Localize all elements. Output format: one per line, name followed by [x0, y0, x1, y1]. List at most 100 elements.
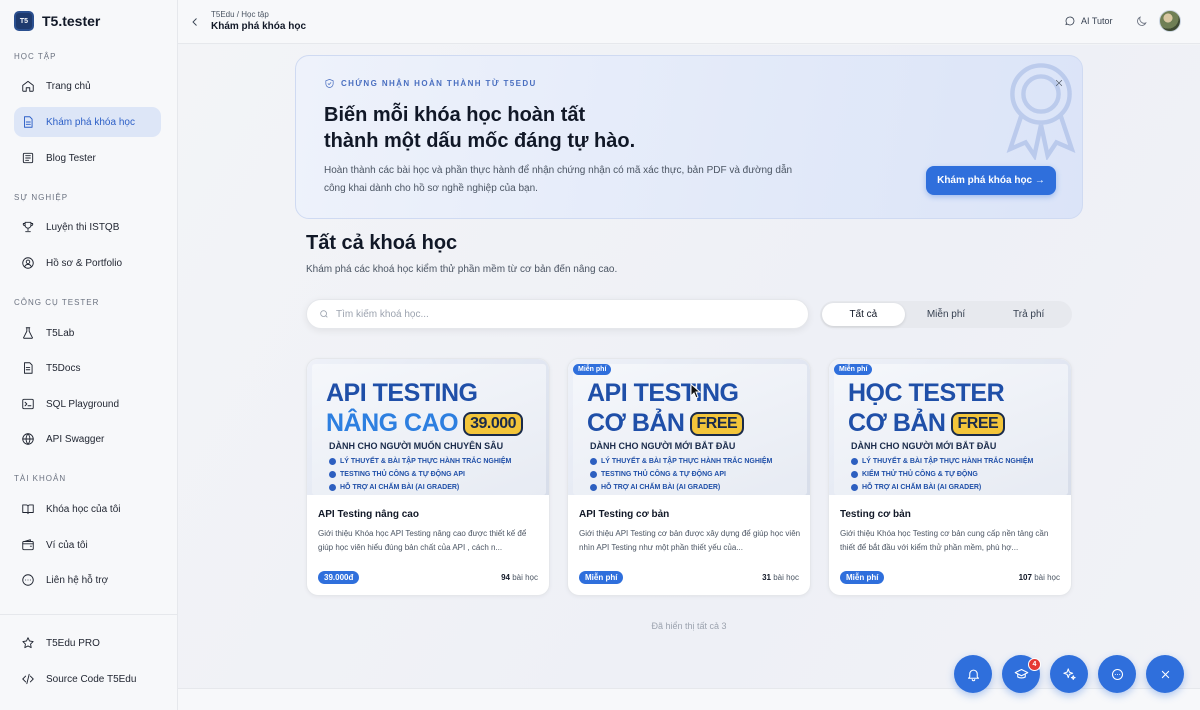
- breadcrumb[interactable]: T5Edu / Học tập: [211, 10, 269, 19]
- course-card[interactable]: API TESTING NÂNG CAO 39.000 DÀNH CHO NGƯ…: [306, 358, 550, 596]
- theme-toggle[interactable]: [1135, 15, 1149, 29]
- sidebar-item-kham-pha-khoa-hoc[interactable]: Khám phá khóa học: [14, 107, 161, 137]
- courses-fab[interactable]: 4: [1002, 655, 1041, 693]
- thumb-title-line1: HỌC TESTER: [848, 379, 1005, 407]
- brand[interactable]: T5 T5.tester: [14, 11, 100, 31]
- course-lessons-count: 31 bài học: [762, 573, 799, 582]
- search-input[interactable]: [336, 308, 776, 320]
- sidebar-item-label: Trang chủ: [46, 80, 91, 92]
- sidebar-item-sql-playground[interactable]: SQL Playground: [14, 389, 161, 419]
- thumb-bullet-text: HỖ TRỢ AI CHẤM BÀI (AI GRADER): [601, 484, 721, 491]
- course-thumbnail: API TESTING CƠ BẢN FREE DÀNH CHO NGƯỜI M…: [568, 359, 810, 495]
- code-icon: [20, 671, 36, 687]
- notifications-fab[interactable]: [954, 655, 992, 693]
- sidebar-item-label: Khám phá khóa học: [46, 116, 135, 128]
- explore-courses-button[interactable]: Khám phá khóa học →: [926, 166, 1056, 195]
- lessons-label: bài học: [1034, 573, 1060, 582]
- sidebar-item-ho-so-portfolio[interactable]: Hồ sơ & Portfolio: [14, 248, 161, 278]
- sidebar-item-t5docs[interactable]: T5Docs: [14, 353, 161, 383]
- thumb-title-line1: API TESTING: [587, 379, 739, 407]
- section-label-tai-khoan: Tài khoản: [14, 474, 67, 483]
- thumb-title-line2-text: NÂNG CAO: [326, 409, 459, 437]
- flask-icon: [20, 325, 36, 341]
- lessons-label: bài học: [512, 573, 538, 582]
- filter-tab-free[interactable]: Miễn phí: [905, 303, 988, 326]
- course-title: API Testing nâng cao: [318, 509, 419, 520]
- award-icon: [986, 56, 1082, 162]
- sidebar-item-t5edu-pro[interactable]: T5Edu PRO: [14, 628, 161, 658]
- section-label-su-nghiep: Sự nghiệp: [14, 193, 69, 202]
- sidebar-item-label: Liên hệ hỗ trợ: [46, 574, 109, 586]
- sidebar-item-lien-he-ho-tro[interactable]: Liên hệ hỗ trợ: [14, 565, 161, 595]
- thumb-bullet: TESTING THỦ CÔNG & TỰ ĐỘNG API: [329, 471, 465, 478]
- courses-fab-badge: 4: [1028, 658, 1041, 671]
- avatar[interactable]: [1159, 10, 1181, 32]
- chat-bubble-icon: [1065, 16, 1075, 26]
- course-price-badge: Miễn phí: [840, 571, 885, 584]
- back-button[interactable]: [186, 13, 204, 31]
- sidebar-divider: [0, 614, 178, 615]
- thumb-bullet-text: TESTING THỦ CÔNG & TỰ ĐỘNG API: [601, 471, 726, 478]
- lessons-number: 94: [501, 573, 510, 582]
- course-price-badge: Miễn phí: [579, 571, 624, 584]
- close-fab[interactable]: [1146, 655, 1184, 693]
- sidebar-item-label: T5Edu PRO: [46, 637, 100, 649]
- thumb-title-line2: CƠ BẢN FREE: [848, 409, 1006, 438]
- close-icon: [1161, 670, 1169, 678]
- course-search[interactable]: [306, 299, 809, 329]
- sidebar-item-t5lab[interactable]: T5Lab: [14, 318, 161, 348]
- sidebar-item-vi-cua-toi[interactable]: Ví của tôi: [14, 530, 161, 560]
- sidebar-item-source-code[interactable]: Source Code T5Edu: [14, 664, 161, 694]
- banner-description: Hoàn thành các bài học và phần thực hành…: [324, 165, 793, 194]
- filter-tab-all[interactable]: Tất cả: [822, 303, 905, 326]
- thumb-bullet-text: LÝ THUYẾT & BÀI TẬP THỰC HÀNH TRẮC NGHIỆ…: [340, 458, 512, 465]
- course-card[interactable]: HỌC TESTER CƠ BẢN FREE DÀNH CHO NGƯỜI MỚ…: [828, 358, 1072, 596]
- check-icon: [590, 471, 597, 478]
- sidebar-item-luyen-thi-istqb[interactable]: Luyện thi ISTQB: [14, 212, 161, 242]
- certificate-banner: Chứng nhận hoàn thành từ T5Edu Biến mỗi …: [295, 55, 1083, 219]
- sidebar-item-label: SQL Playground: [46, 398, 120, 410]
- chat-fab[interactable]: [1098, 655, 1136, 693]
- file-icon: [20, 360, 36, 376]
- course-lessons-count: 107 bài học: [1019, 573, 1060, 582]
- course-lessons-count: 94 bài học: [501, 573, 538, 582]
- ai-sparkles-fab[interactable]: [1050, 655, 1088, 693]
- brand-logo: T5: [14, 11, 34, 31]
- courses-section-title: Tất cả khoá học: [306, 232, 458, 254]
- thumb-bullet: KIỂM THỬ THỦ CÔNG & TỰ ĐỘNG: [851, 471, 978, 478]
- home-icon: [20, 78, 36, 94]
- sidebar-item-label: Source Code T5Edu: [46, 673, 137, 685]
- thumb-bullet: LÝ THUYẾT & BÀI TẬP THỰC HÀNH TRẮC NGHIỆ…: [590, 458, 772, 465]
- courses-section-subtitle: Khám phá các khoá học kiểm thử phần mềm …: [306, 264, 618, 275]
- lessons-number: 31: [762, 573, 771, 582]
- price-filter: Tất cả Miễn phí Trả phí: [820, 301, 1072, 328]
- filter-tab-paid[interactable]: Trả phí: [987, 303, 1070, 326]
- course-card[interactable]: API TESTING CƠ BẢN FREE DÀNH CHO NGƯỜI M…: [567, 358, 811, 596]
- thumb-bullet: TESTING THỦ CÔNG & TỰ ĐỘNG API: [590, 471, 726, 478]
- search-icon: [320, 310, 328, 318]
- message-icon: [1111, 668, 1123, 680]
- banner-close-button[interactable]: [1054, 75, 1068, 89]
- thumb-price-pill: FREE: [689, 411, 745, 436]
- sidebar-item-label: T5Docs: [46, 362, 81, 374]
- banner-kicker-label: Chứng nhận hoàn thành từ T5Edu: [341, 79, 537, 88]
- section-label-cong-cu-tester: Công cụ tester: [14, 298, 100, 307]
- sidebar-item-trang-chu[interactable]: Trang chủ: [14, 71, 161, 101]
- thumb-title-line2-text: CƠ BẢN: [848, 409, 946, 437]
- main-content: Chứng nhận hoàn thành từ T5Edu Biến mỗi …: [178, 45, 1200, 688]
- thumb-subtitle: DÀNH CHO NGƯỜI MỚI BẮT ĐẦU: [590, 441, 736, 451]
- sidebar-item-khoa-hoc-cua-toi[interactable]: Khóa học của tôi: [14, 494, 161, 524]
- banner-heading-line2: thành một dấu mốc đáng tự hào.: [324, 130, 636, 152]
- thumb-subtitle: DÀNH CHO NGƯỜI MUỐN CHUYÊN SÂU: [329, 441, 504, 451]
- brand-name: T5.tester: [42, 13, 101, 29]
- ai-tutor-button[interactable]: AI Tutor: [1064, 15, 1113, 27]
- thumb-bullet-text: LÝ THUYẾT & BÀI TẬP THỰC HÀNH TRẮC NGHIỆ…: [862, 458, 1034, 465]
- sidebar-item-blog-tester[interactable]: Blog Tester: [14, 143, 161, 173]
- check-icon: [851, 471, 858, 478]
- graduation-cap-icon: [1014, 668, 1028, 678]
- check-icon: [851, 458, 858, 465]
- ai-tutor-label: AI Tutor: [1081, 16, 1113, 26]
- course-description: Giới thiệu Khóa học Testing cơ bản cung …: [840, 529, 1049, 552]
- thumb-bullet-text: LÝ THUYẾT & BÀI TẬP THỰC HÀNH TRẮC NGHIỆ…: [601, 458, 773, 465]
- sidebar-item-api-swagger[interactable]: API Swagger: [14, 424, 161, 454]
